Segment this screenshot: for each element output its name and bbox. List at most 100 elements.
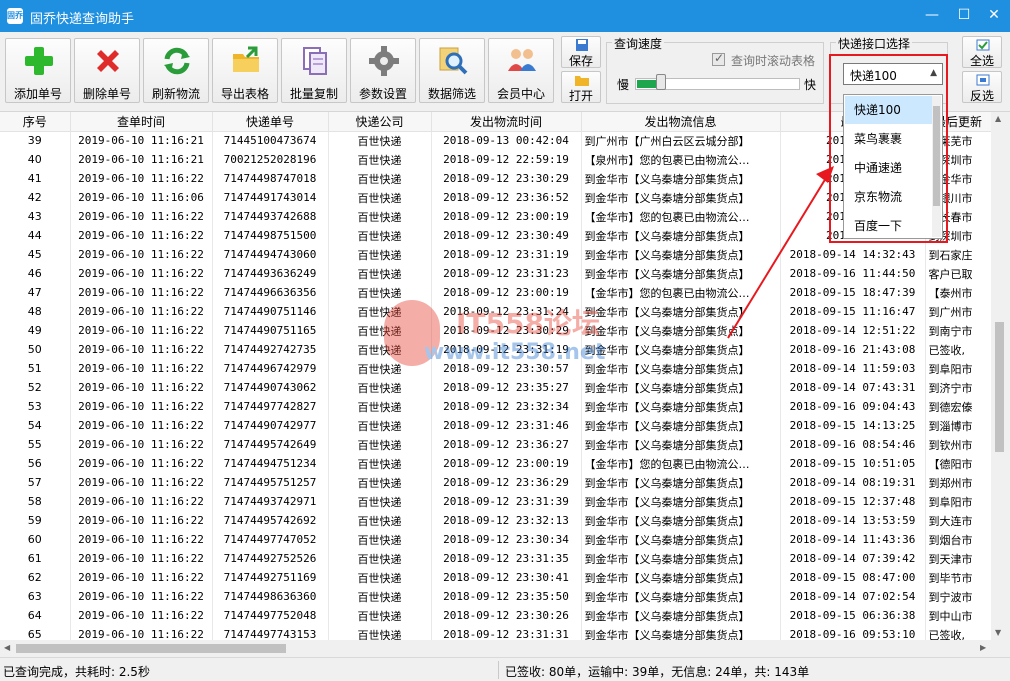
api-option-zto[interactable]: 中通速递 [845,154,933,182]
vertical-scrollbar[interactable]: ▲ ▼ [991,112,1008,640]
cell-last-time: 2018-09-14 07:39:42 [780,549,926,568]
table-row[interactable]: 62 2019-06-10 11:16:22 71474492751169 百世快递 2… [0,568,991,587]
speed-slider-thumb[interactable] [656,74,666,90]
scroll-down-icon[interactable]: ▼ [995,628,1001,637]
table-row[interactable]: 50 2019-06-10 11:16:22 71474492742735 百世快递 2… [0,340,991,359]
table-row[interactable]: 46 2019-06-10 11:16:22 71474493636249 百世快递 2… [0,264,991,283]
open-folder-icon [575,76,589,86]
cell-tracking-number: 71474490751146 [212,302,329,321]
data-filter-button[interactable]: 数据筛选 [419,38,485,103]
cell-last-time: 2018-09-15 14:13:25 [780,416,926,435]
scroll-table-checkbox[interactable] [712,51,725,66]
horizontal-scrollbar[interactable]: ◀ ▶ [0,640,1008,657]
cell-last-update: 到天津市 [925,549,991,568]
table-row[interactable]: 53 2019-06-10 11:16:22 71474497742827 百世快递 2… [0,397,991,416]
col-header-index[interactable]: 序号 [0,112,71,132]
cell-last-time: 2018-09-14 11:43:36 [780,530,926,549]
vertical-scroll-thumb[interactable] [995,322,1004,452]
scroll-right-icon[interactable]: ▶ [980,643,986,652]
cell-last-update: 到淄博市 [925,416,991,435]
invert-selection-icon [976,74,990,86]
table-row[interactable]: 58 2019-06-10 11:16:22 71474493742971 百世快递 2… [0,492,991,511]
member-center-button[interactable]: 会员中心 [488,38,554,103]
table-row[interactable]: 61 2019-06-10 11:16:22 71474492752526 百世快递 2… [0,549,991,568]
scroll-up-icon[interactable]: ▲ [995,114,1001,123]
parameter-settings-button[interactable]: 参数设置 [350,38,416,103]
cell-last-time: 2018-09-14 07:02:54 [780,587,926,606]
dropdown-scrollbar[interactable] [932,96,941,237]
cell-courier: 百世快递 [328,397,432,416]
delete-number-button[interactable]: 删除单号 [74,38,140,103]
cell-courier: 百世快递 [328,416,432,435]
cell-last-time: 2018-09-16 21:43:08 [780,340,926,359]
api-option-cainiao[interactable]: 菜鸟裹裹 [845,125,933,153]
cell-last-time: 2018-09-16 09:53:10 [780,625,926,640]
close-icon[interactable]: ✕ [980,4,1008,28]
refresh-logistics-button[interactable]: 刷新物流 [143,38,209,103]
cell-index: 51 [0,359,71,378]
api-option-kuaidi100[interactable]: 快递100 [845,96,933,124]
cell-last-time: 2018-09-14 11:59:03 [780,359,926,378]
cell-courier: 百世快递 [328,264,432,283]
table-row[interactable]: 49 2019-06-10 11:16:22 71474490751165 百世快递 2… [0,321,991,340]
table-row[interactable]: 51 2019-06-10 11:16:22 71474496742979 百世快递 2… [0,359,991,378]
export-table-button[interactable]: 导出表格 [212,38,278,103]
api-select-combo[interactable]: 快递100 ▲ [843,63,943,85]
table-row[interactable]: 56 2019-06-10 11:16:22 71474494751234 百世快递 2… [0,454,991,473]
table-row[interactable]: 57 2019-06-10 11:16:22 71474495751257 百世快递 2… [0,473,991,492]
cell-query-time: 2019-06-10 11:16:22 [70,454,213,473]
api-option-baidu[interactable]: 百度一下 [845,212,933,240]
cell-ship-time: 2018-09-12 23:31:23 [431,264,582,283]
table-row[interactable]: 64 2019-06-10 11:16:22 71474497752048 百世快递 2… [0,606,991,625]
cell-ship-time: 2018-09-12 23:31:19 [431,245,582,264]
table-row[interactable]: 59 2019-06-10 11:16:22 71474495742692 百世快递 2… [0,511,991,530]
invert-selection-button[interactable]: 反选 [962,71,1002,103]
col-header-ship-time[interactable]: 发出物流时间 [431,112,582,132]
cell-ship-time: 2018-09-12 23:31:24 [431,302,582,321]
table-row[interactable]: 65 2019-06-10 11:16:22 71474497743153 百世快递 2… [0,625,991,640]
cell-index: 53 [0,397,71,416]
cell-index: 52 [0,378,71,397]
cell-tracking-number: 71474492752526 [212,549,329,568]
table-row[interactable]: 63 2019-06-10 11:16:22 71474498636360 百世快递 2… [0,587,991,606]
cell-query-time: 2019-06-10 11:16:22 [70,511,213,530]
cell-index: 54 [0,416,71,435]
minimize-icon[interactable]: — [918,4,946,28]
cell-ship-info: 到金华市【义乌秦塘分部集货点】 [581,397,781,416]
batch-copy-button[interactable]: 批量复制 [281,38,347,103]
table-row[interactable]: 54 2019-06-10 11:16:22 71474490742977 百世快递 2… [0,416,991,435]
cell-ship-time: 2018-09-12 23:30:26 [431,606,582,625]
scroll-left-icon[interactable]: ◀ [4,643,10,652]
table-row[interactable]: 52 2019-06-10 11:16:22 71474490743062 百世快递 2… [0,378,991,397]
table-row[interactable]: 48 2019-06-10 11:16:22 71474490751146 百世快递 2… [0,302,991,321]
horizontal-scroll-thumb[interactable] [16,644,286,653]
table-row[interactable]: 47 2019-06-10 11:16:22 71474496636356 百世快递 2… [0,283,991,302]
select-all-button[interactable]: 全选 [962,36,1002,68]
cell-courier: 百世快递 [328,340,432,359]
table-row[interactable]: 60 2019-06-10 11:16:22 71474497747052 百世快递 2… [0,530,991,549]
cell-tracking-number: 71474498636360 [212,587,329,606]
cell-last-time: 2018-09-14 13:53:59 [780,511,926,530]
api-option-jd[interactable]: 京东物流 [845,183,933,211]
cell-last-update: 到石家庄 [925,245,991,264]
cell-ship-time: 2018-09-12 23:00:19 [431,283,582,302]
cell-courier: 百世快递 [328,492,432,511]
cell-query-time: 2019-06-10 11:16:22 [70,226,213,245]
col-header-courier[interactable]: 快递公司 [328,112,432,132]
cell-last-time: 2018-09-14 14:32:43 [780,245,926,264]
col-header-query-time[interactable]: 查单时间 [70,112,213,132]
add-number-button[interactable]: 添加单号 [5,38,71,103]
maximize-icon[interactable]: ☐ [950,4,978,28]
col-header-ship-info[interactable]: 发出物流信息 [581,112,781,132]
table-row[interactable]: 55 2019-06-10 11:16:22 71474495742649 百世快递 2… [0,435,991,454]
cell-last-update: 到郑州市 [925,473,991,492]
open-button[interactable]: 打开 [561,71,601,103]
dropdown-scroll-thumb[interactable] [933,106,940,206]
table-row[interactable]: 45 2019-06-10 11:16:22 71474494743060 百世快递 2… [0,245,991,264]
cell-query-time: 2019-06-10 11:16:22 [70,378,213,397]
col-header-tracking-number[interactable]: 快递单号 [212,112,329,132]
cell-last-time: 2018-09-15 10:51:05 [780,454,926,473]
cell-last-time: 2018-09-14 07:43:31 [780,378,926,397]
cell-tracking-number: 71474497742827 [212,397,329,416]
save-button[interactable]: 保存 [561,36,601,68]
